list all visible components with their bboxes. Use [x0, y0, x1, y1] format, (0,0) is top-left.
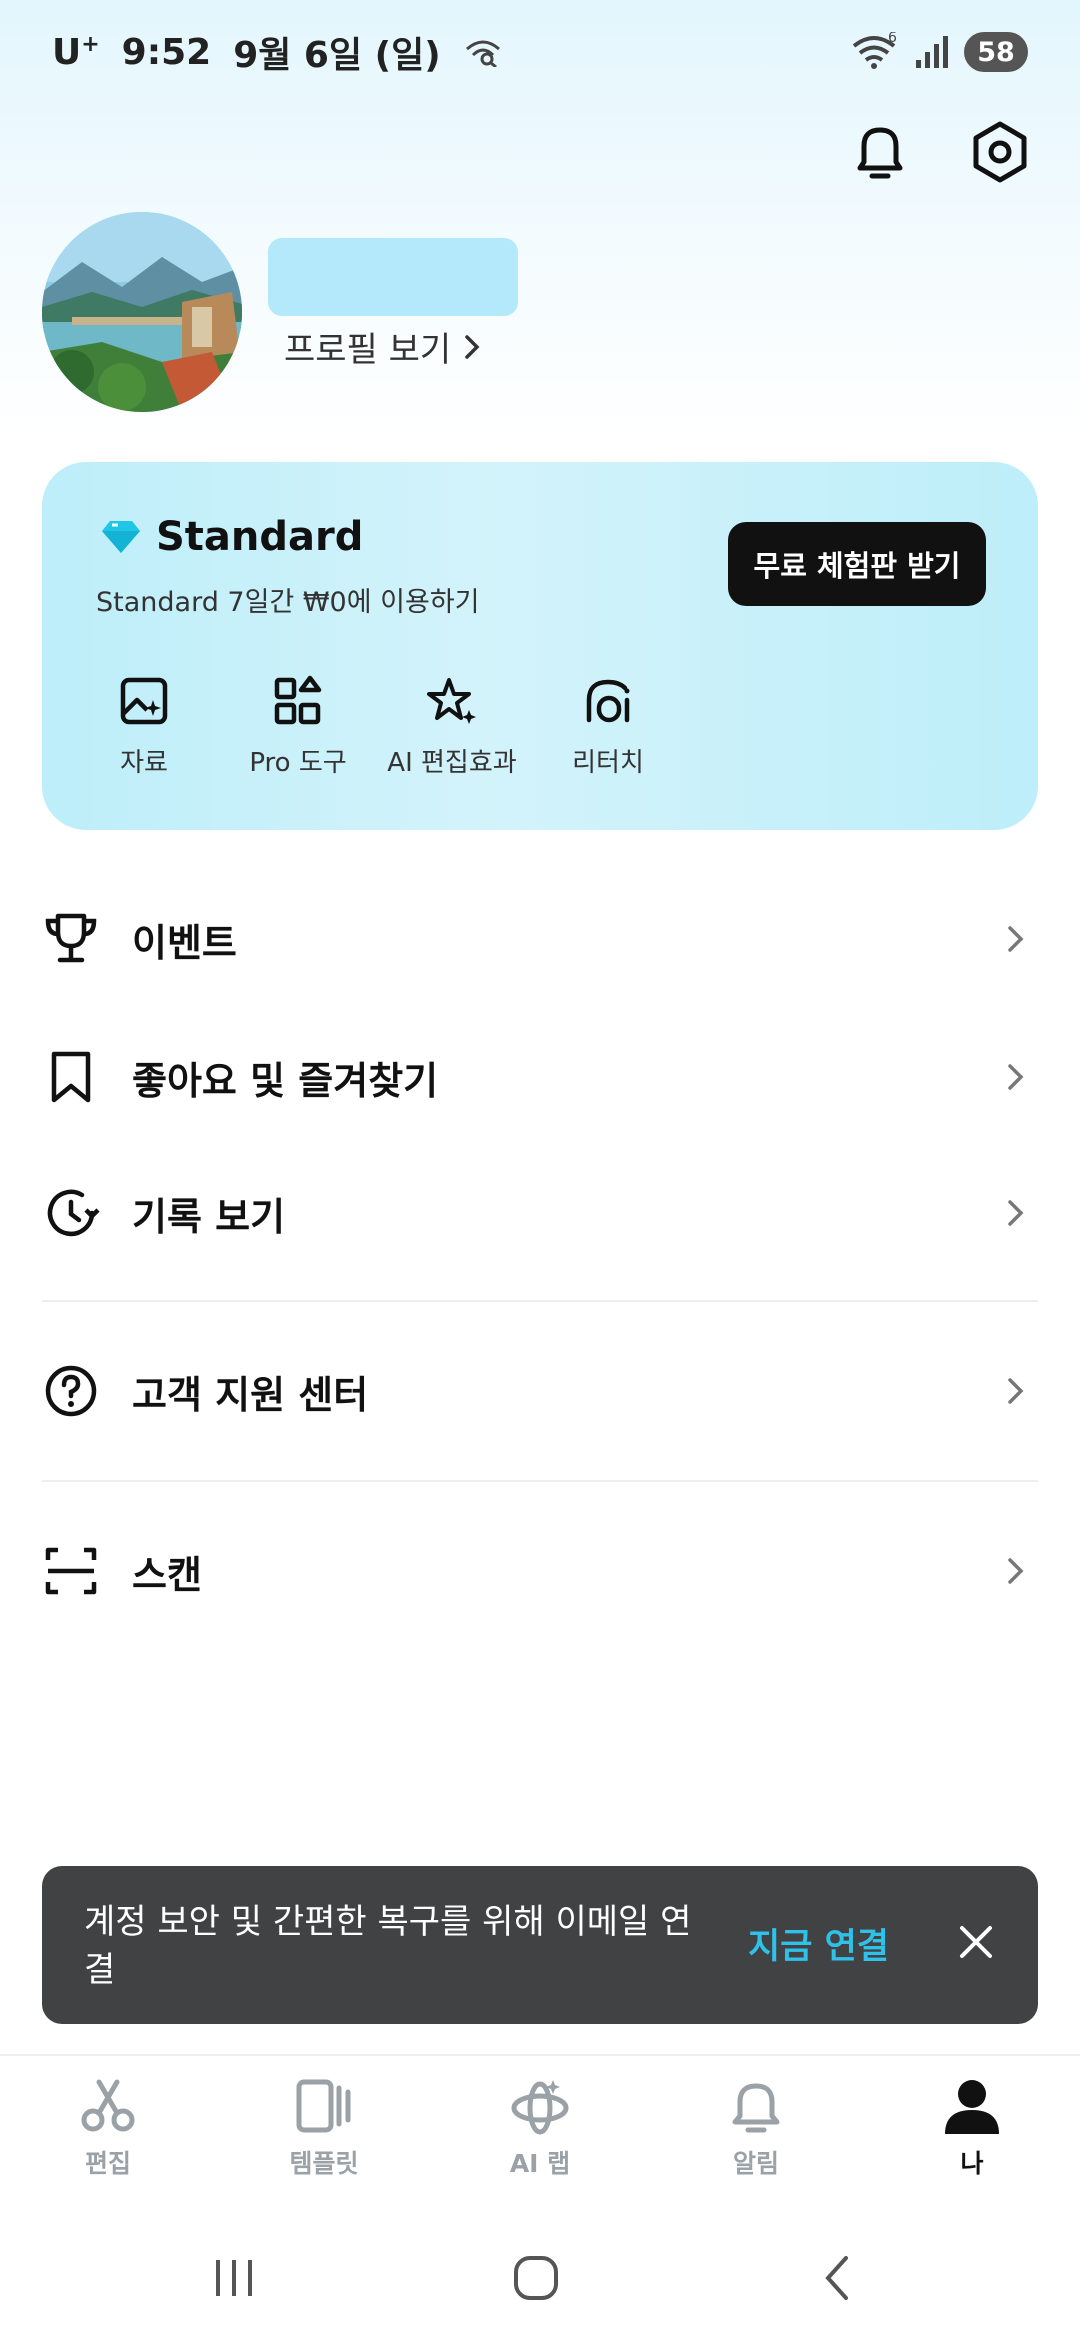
- snackbar-message: 계정 보안 및 간편한 복구를 위해 이메일 연결: [84, 1902, 692, 1990]
- plan-subtitle: Standard 7일간 ₩0에 이용하기: [96, 587, 480, 618]
- feature-label: AI 편집효과: [387, 748, 517, 778]
- feature-label: Pro 도구: [249, 748, 347, 778]
- status-date: 9월 6일 (일): [233, 35, 441, 76]
- nav-label: AI 랩: [509, 2149, 571, 2178]
- carrier-label: U+: [52, 31, 100, 73]
- nav-templates[interactable]: 템플릿: [234, 2076, 414, 2180]
- system-navigation-bar: [0, 2200, 1080, 2340]
- nav-ai-lab[interactable]: AI 랩: [450, 2076, 630, 2180]
- menu-item-label: 고객 지원 센터: [132, 1372, 369, 1417]
- person-icon: [945, 2080, 999, 2134]
- bell-icon[interactable]: [846, 118, 914, 186]
- home-icon[interactable]: [506, 2248, 566, 2308]
- feature-label: 리터치: [572, 748, 644, 778]
- nav-label: 나: [960, 2149, 984, 2178]
- bell-icon: [732, 2083, 780, 2133]
- recent-apps-icon[interactable]: [204, 2248, 264, 2308]
- hotspot-search-icon: [465, 40, 500, 67]
- nav-label: 편집: [84, 2149, 131, 2178]
- menu-item-scan[interactable]: 스캔: [42, 1516, 1038, 1626]
- back-icon[interactable]: [808, 2248, 868, 2308]
- wifi-badge: 6: [888, 32, 897, 46]
- view-profile-link[interactable]: 프로필 보기: [284, 322, 483, 371]
- menu-item-label: 스캔: [132, 1552, 202, 1597]
- free-trial-button[interactable]: 무료 체험판 받기: [728, 522, 986, 606]
- avatar-landscape-image: [42, 212, 242, 412]
- standard-plan-card[interactable]: Standard Standard 7일간 ₩0에 이용하기 무료 체험판 받기…: [42, 462, 1038, 830]
- feature-label: 자료: [120, 748, 168, 778]
- wifi-icon: 6: [852, 32, 897, 69]
- image-sparkle-icon: [120, 677, 168, 725]
- close-icon[interactable]: [952, 1918, 1000, 1966]
- diamond-icon: [102, 521, 140, 553]
- chevron-right-icon: [1008, 1378, 1024, 1404]
- avatar[interactable]: [42, 212, 242, 412]
- template-icon: [296, 2079, 351, 2133]
- bottom-navigation: 편집 템플릿 AI 랩 알림 나: [0, 2054, 1080, 2194]
- history-clock-icon: [47, 1189, 100, 1237]
- help-circle-icon: [45, 1365, 97, 1417]
- chevron-right-icon: [1008, 1200, 1024, 1226]
- view-profile-label: 프로필 보기: [284, 330, 452, 370]
- signal-icon: [916, 36, 948, 68]
- status-bar: U+ 9:52 9월 6일 (일) 6 58: [0, 0, 1080, 104]
- settings-hexagon-icon[interactable]: [966, 118, 1034, 186]
- feature-retouch[interactable]: 리터치: [508, 674, 708, 779]
- menu-item-history[interactable]: 기록 보기: [42, 1158, 1038, 1268]
- scan-icon: [45, 1547, 97, 1595]
- email-link-snackbar: 계정 보안 및 간편한 복구를 위해 이메일 연결 지금 연결: [42, 1866, 1038, 2024]
- bookmark-icon: [51, 1051, 91, 1103]
- menu-item-label: 좋아요 및 즐겨찾기: [132, 1058, 439, 1103]
- chevron-right-icon: [1008, 1064, 1024, 1090]
- menu-item-label: 기록 보기: [132, 1194, 286, 1239]
- stars-icon: [427, 678, 476, 724]
- grid-shapes-icon: [274, 675, 322, 725]
- status-time: 9:52: [121, 31, 212, 73]
- nav-label: 템플릿: [289, 2149, 359, 2178]
- divider: [42, 1480, 1038, 1482]
- menu-item-events[interactable]: 이벤트: [42, 884, 1038, 994]
- nav-notifications[interactable]: 알림: [666, 2076, 846, 2180]
- nav-edit[interactable]: 편집: [18, 2076, 198, 2180]
- menu-item-favorites[interactable]: 좋아요 및 즐겨찾기: [42, 1022, 1038, 1132]
- divider: [42, 1300, 1038, 1302]
- nav-label: 알림: [732, 2149, 779, 2178]
- trophy-icon: [45, 913, 97, 963]
- ai-lab-icon: [511, 2080, 569, 2135]
- nav-me[interactable]: 나: [882, 2076, 1062, 2180]
- menu-item-label: 이벤트: [132, 920, 237, 965]
- menu-item-support[interactable]: 고객 지원 센터: [42, 1336, 1038, 1446]
- plan-title: Standard: [156, 514, 364, 560]
- chevron-right-icon: [1008, 926, 1024, 952]
- chevron-right-icon: [1008, 1558, 1024, 1584]
- chevron-right-icon: [465, 334, 480, 359]
- connect-now-button[interactable]: 지금 연결: [748, 1918, 889, 1969]
- battery-indicator: 58: [964, 32, 1028, 72]
- face-retouch-icon: [586, 679, 630, 723]
- username-placeholder: [268, 238, 518, 316]
- scissors-icon: [81, 2079, 135, 2132]
